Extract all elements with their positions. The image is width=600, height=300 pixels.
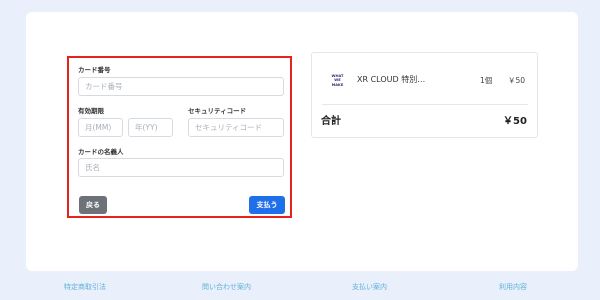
cardholder-name-input[interactable]: 氏名 bbox=[78, 158, 284, 177]
footer-link-commercial-law[interactable]: 特定商取引法 bbox=[64, 282, 106, 292]
total-value: ￥50 bbox=[503, 116, 527, 127]
product-thumbnail: WHAT WE MAKE bbox=[327, 70, 348, 91]
item-name: XR CLOUD 特別… bbox=[357, 75, 426, 84]
summary-divider bbox=[322, 104, 528, 105]
security-code-label: セキュリティコード bbox=[188, 107, 247, 115]
cardholder-name-label: カードの名義人 bbox=[78, 148, 124, 156]
expiry-label: 有効期限 bbox=[78, 107, 104, 115]
order-summary: WHAT WE MAKE XR CLOUD 特別… 1個 ￥50 合計 ￥50 bbox=[311, 52, 538, 138]
security-code-input[interactable]: セキュリティコード bbox=[188, 118, 284, 137]
pay-button[interactable]: 支払う bbox=[249, 196, 285, 214]
item-quantity: 1個 bbox=[480, 76, 493, 85]
thumbnail-text-3: MAKE bbox=[331, 82, 344, 87]
item-price: ￥50 bbox=[508, 76, 526, 85]
payment-form: カード番号 カード番号 有効期限 月(MM) 年(YY) セキュリティコード セ… bbox=[67, 56, 292, 218]
expiry-month-input[interactable]: 月(MM) bbox=[78, 118, 123, 137]
footer-link-payment-guide[interactable]: 支払い案内 bbox=[352, 282, 387, 292]
back-button[interactable]: 戻る bbox=[79, 196, 107, 214]
total-label: 合計 bbox=[321, 116, 341, 127]
footer-link-contact[interactable]: 問い合わせ案内 bbox=[202, 282, 251, 292]
card-number-label: カード番号 bbox=[78, 66, 111, 74]
card-number-input[interactable]: カード番号 bbox=[78, 77, 284, 96]
footer-link-terms[interactable]: 利用内容 bbox=[499, 282, 527, 292]
expiry-year-input[interactable]: 年(YY) bbox=[128, 118, 173, 137]
